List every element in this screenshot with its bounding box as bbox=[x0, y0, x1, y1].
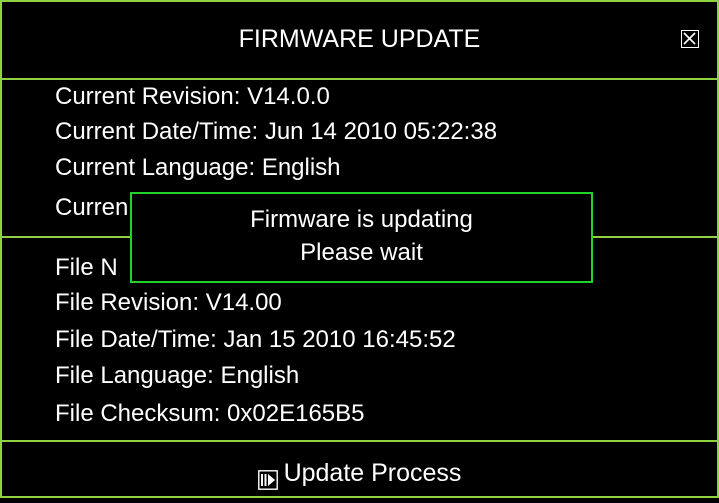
file-checksum: File Checksum: 0x02E165B5 bbox=[55, 400, 365, 427]
current-datetime: Current Date/Time: Jun 14 2010 05:22:38 bbox=[55, 118, 498, 145]
file-name-partial: File N bbox=[55, 254, 118, 281]
title-divider bbox=[0, 78, 719, 80]
update-process-label: Update Process bbox=[283, 459, 462, 487]
file-language: File Language: English bbox=[55, 362, 300, 389]
close-icon bbox=[683, 32, 696, 45]
current-revision: Current Revision: V14.0.0 bbox=[55, 83, 330, 110]
dialog-title-bar: FIRMWARE UPDATE bbox=[0, 0, 719, 80]
current-language: Current Language: English bbox=[55, 154, 341, 181]
file-datetime: File Date/Time: Jan 15 2010 16:45:52 bbox=[55, 326, 456, 353]
update-process-button[interactable]: Update Process bbox=[257, 453, 462, 493]
footer-divider bbox=[0, 440, 719, 442]
popup-message: Firmware is updating bbox=[250, 206, 473, 233]
footer-bar: Update Process bbox=[0, 453, 719, 496]
dialog-title: FIRMWARE UPDATE bbox=[238, 25, 481, 53]
close-box-icon[interactable] bbox=[681, 30, 699, 48]
current-checksum-partial: Curren bbox=[55, 194, 129, 221]
file-revision: File Revision: V14.00 bbox=[55, 289, 282, 316]
updating-popup: Firmware is updating Please wait bbox=[130, 192, 593, 283]
play-pause-icon bbox=[257, 462, 278, 490]
popup-wait-message: Please wait bbox=[300, 239, 423, 266]
